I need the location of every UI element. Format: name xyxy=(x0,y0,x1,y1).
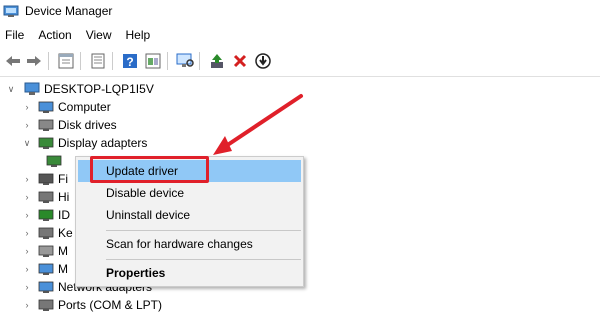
menu-item-label: Uninstall device xyxy=(106,208,191,222)
chevron-right-icon[interactable]: › xyxy=(22,120,32,130)
forward-button[interactable] xyxy=(24,51,44,71)
update-driver-button[interactable] xyxy=(207,51,227,71)
chevron-down-icon[interactable]: ∨ xyxy=(22,138,32,148)
toolbar-separator xyxy=(80,52,81,70)
chevron-right-icon[interactable]: › xyxy=(22,174,32,184)
menu-item-disable-device[interactable]: Disable device xyxy=(78,182,301,204)
uninstall-x-icon xyxy=(233,54,247,68)
menu-action[interactable]: Action xyxy=(31,28,78,42)
display-adapter-icon xyxy=(38,137,54,149)
toolbar-separator xyxy=(167,52,168,70)
menu-item-label: Disable device xyxy=(106,186,185,200)
tree-item[interactable]: 5 xyxy=(40,152,218,170)
help-button[interactable]: ? xyxy=(120,51,140,71)
panel-button[interactable] xyxy=(143,51,163,71)
svg-text:?: ? xyxy=(126,55,133,69)
monitor-icon xyxy=(38,263,54,275)
download-button[interactable] xyxy=(253,51,273,71)
menu-item-properties[interactable]: Properties xyxy=(78,262,301,284)
forward-arrow-icon xyxy=(27,56,41,66)
port-icon xyxy=(38,299,54,311)
help-icon: ? xyxy=(123,54,137,69)
tree-item-label: M xyxy=(58,244,68,258)
tree-item[interactable]: › Disk drives xyxy=(22,116,117,134)
chevron-right-icon[interactable]: › xyxy=(22,264,32,274)
tree-item[interactable]: › Computer xyxy=(22,98,111,116)
download-icon xyxy=(255,53,271,69)
panel-icon xyxy=(145,53,161,69)
chevron-right-icon[interactable]: › xyxy=(22,228,32,238)
mouse-icon xyxy=(38,245,54,257)
tree-item[interactable]: › M xyxy=(22,260,69,278)
hid-icon xyxy=(38,191,54,203)
tree-item[interactable]: › Ports (COM & LPT) xyxy=(22,296,163,313)
tree-item[interactable]: › Hi xyxy=(22,188,70,206)
scan-hardware-button[interactable] xyxy=(175,51,195,71)
tree-root-label: DESKTOP-LQP1I5V xyxy=(44,82,154,96)
tree-item-label: Disk drives xyxy=(58,118,117,132)
menu-item-label: Scan for hardware changes xyxy=(106,237,253,251)
uninstall-button[interactable] xyxy=(230,51,250,71)
tree-item[interactable]: › Fi xyxy=(22,170,69,188)
tree-item-label: M xyxy=(58,262,68,276)
tree-item[interactable]: › ID xyxy=(22,206,71,224)
keyboard-icon xyxy=(38,227,54,239)
menu-item-uninstall-device[interactable]: Uninstall device xyxy=(78,204,301,226)
menu-view[interactable]: View xyxy=(79,28,119,42)
tree-item[interactable]: ∨ Display adapters xyxy=(22,134,148,152)
chevron-right-icon[interactable]: › xyxy=(22,300,32,310)
title-bar: Device Manager xyxy=(0,0,600,22)
menu-item-scan-hardware[interactable]: Scan for hardware changes xyxy=(78,233,301,255)
annotation-highlight-box xyxy=(90,156,209,183)
tree-item[interactable]: › M xyxy=(22,242,69,260)
menu-separator xyxy=(106,230,301,231)
menu-bar: File Action View Help xyxy=(0,26,157,44)
disk-icon xyxy=(38,119,54,131)
tree-item-label: Fi xyxy=(58,172,68,186)
device-manager-icon xyxy=(3,5,19,17)
toolbar-separator xyxy=(48,52,49,70)
tree-item-label: Hi xyxy=(58,190,70,204)
computer-icon xyxy=(24,82,40,95)
toolbar-separator xyxy=(112,52,113,70)
properties-button[interactable] xyxy=(56,51,76,71)
menu-file[interactable]: File xyxy=(0,28,31,42)
back-button[interactable] xyxy=(3,51,23,71)
chevron-right-icon[interactable]: › xyxy=(22,210,32,220)
display-adapter-icon xyxy=(46,155,62,167)
chevron-right-icon[interactable]: › xyxy=(22,282,32,292)
computer-icon xyxy=(38,101,54,113)
list-icon xyxy=(91,53,105,69)
tree-item-label: Display adapters xyxy=(58,136,148,150)
firmware-icon xyxy=(38,173,54,185)
chevron-right-icon[interactable]: › xyxy=(22,192,32,202)
chevron-right-icon[interactable]: › xyxy=(22,102,32,112)
monitor-scan-icon xyxy=(176,53,194,67)
properties-icon xyxy=(58,53,74,69)
tree-root[interactable]: ∨ DESKTOP-LQP1I5V xyxy=(6,80,154,98)
tree-item[interactable]: › Ke xyxy=(22,224,73,242)
chevron-right-icon[interactable]: › xyxy=(22,246,32,256)
list-button[interactable] xyxy=(88,51,108,71)
tree-item-label: Computer xyxy=(58,100,111,114)
window-title: Device Manager xyxy=(25,4,113,18)
menu-separator xyxy=(106,259,301,260)
toolbar-separator xyxy=(199,52,200,70)
toolbar: ? xyxy=(0,50,600,72)
menu-item-label: Properties xyxy=(106,266,166,280)
network-icon xyxy=(38,281,54,293)
update-driver-icon xyxy=(211,54,223,68)
tree-item-label: Ke xyxy=(58,226,73,240)
tree-item-label: ID xyxy=(58,208,70,222)
ide-icon xyxy=(38,209,54,221)
chevron-down-icon[interactable]: ∨ xyxy=(6,84,16,94)
back-arrow-icon xyxy=(6,56,20,66)
tree-item-label: Ports (COM & LPT) xyxy=(58,298,163,312)
menu-help[interactable]: Help xyxy=(119,28,158,42)
